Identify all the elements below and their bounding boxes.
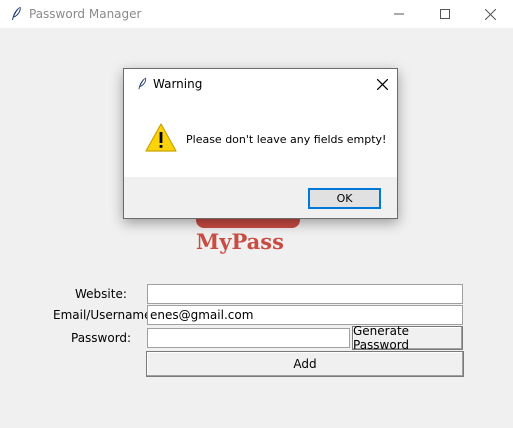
logo-text: MyPass (196, 229, 284, 254)
close-icon (376, 78, 388, 90)
password-label: Password: (71, 331, 132, 345)
website-label: Website: (75, 287, 127, 301)
ok-button[interactable]: OK (308, 188, 381, 209)
dialog-title-bar: Warning (124, 69, 397, 99)
dialog-close-button[interactable] (373, 75, 391, 93)
warning-icon (145, 123, 177, 152)
website-input[interactable] (147, 284, 463, 304)
maximize-button[interactable] (422, 0, 468, 28)
dialog-message: Please don't leave any fields empty! (186, 133, 387, 146)
feather-app-icon (138, 77, 147, 90)
close-button[interactable] (467, 0, 513, 28)
email-label: Email/Username: (53, 308, 156, 322)
close-icon (484, 8, 496, 20)
window-title: Password Manager (29, 7, 142, 21)
minimize-icon (394, 13, 404, 15)
email-input[interactable] (147, 305, 463, 325)
add-button[interactable]: Add (146, 351, 464, 377)
maximize-icon (440, 9, 450, 19)
password-input[interactable] (147, 328, 350, 348)
dialog-title: Warning (153, 77, 203, 91)
title-bar: Password Manager (0, 0, 513, 28)
generate-password-button[interactable]: Generate Password (352, 324, 463, 352)
dialog-footer: OK (124, 177, 397, 218)
minimize-button[interactable] (376, 0, 422, 28)
feather-app-icon (12, 6, 21, 20)
warning-dialog: Warning Please don't leave any fields em… (123, 68, 398, 219)
dialog-body: Please don't leave any fields empty! (124, 99, 397, 177)
